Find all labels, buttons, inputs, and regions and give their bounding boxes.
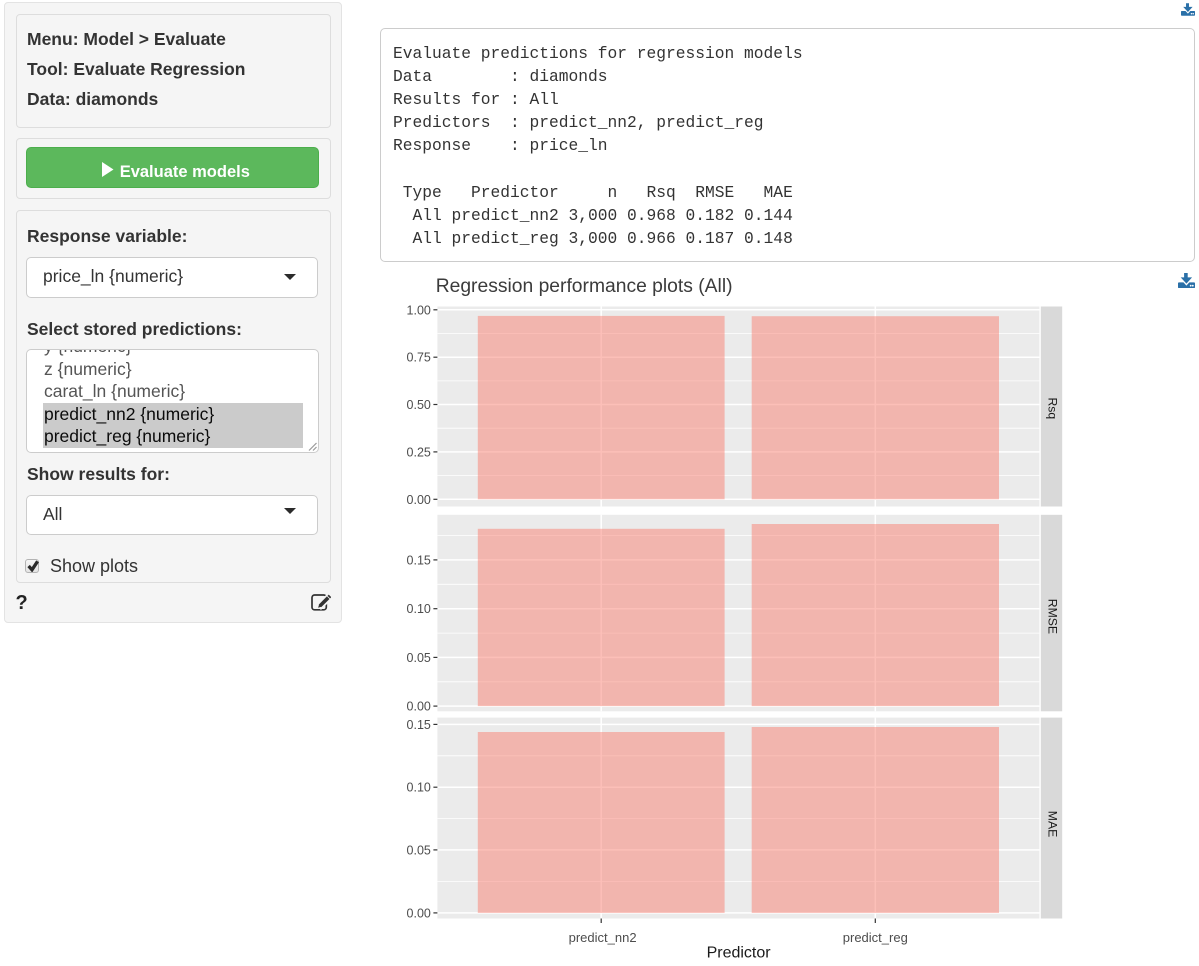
svg-text:0.10: 0.10 [407,781,431,795]
svg-text:0.25: 0.25 [407,445,431,459]
svg-text:RMSE: RMSE [1046,599,1060,634]
svg-text:0.15: 0.15 [407,718,431,732]
svg-text:0.05: 0.05 [407,651,431,665]
svg-text:Regression performance plots (: Regression performance plots (All) [436,276,733,297]
svg-text:0.15: 0.15 [407,553,431,567]
svg-text:0.75: 0.75 [407,351,431,365]
svg-text:0.50: 0.50 [407,398,431,412]
svg-text:0.10: 0.10 [407,602,431,616]
svg-text:predict_reg: predict_reg [843,930,908,945]
svg-text:Rsq: Rsq [1046,397,1060,419]
svg-text:0.00: 0.00 [407,493,431,507]
svg-text:0.05: 0.05 [407,843,431,857]
svg-text:predict_nn2: predict_nn2 [569,930,637,945]
svg-text:0.00: 0.00 [407,906,431,920]
svg-text:1.00: 1.00 [407,303,431,317]
svg-text:MAE: MAE [1046,811,1060,837]
svg-text:Predictor: Predictor [707,945,772,962]
svg-text:0.00: 0.00 [407,700,431,714]
